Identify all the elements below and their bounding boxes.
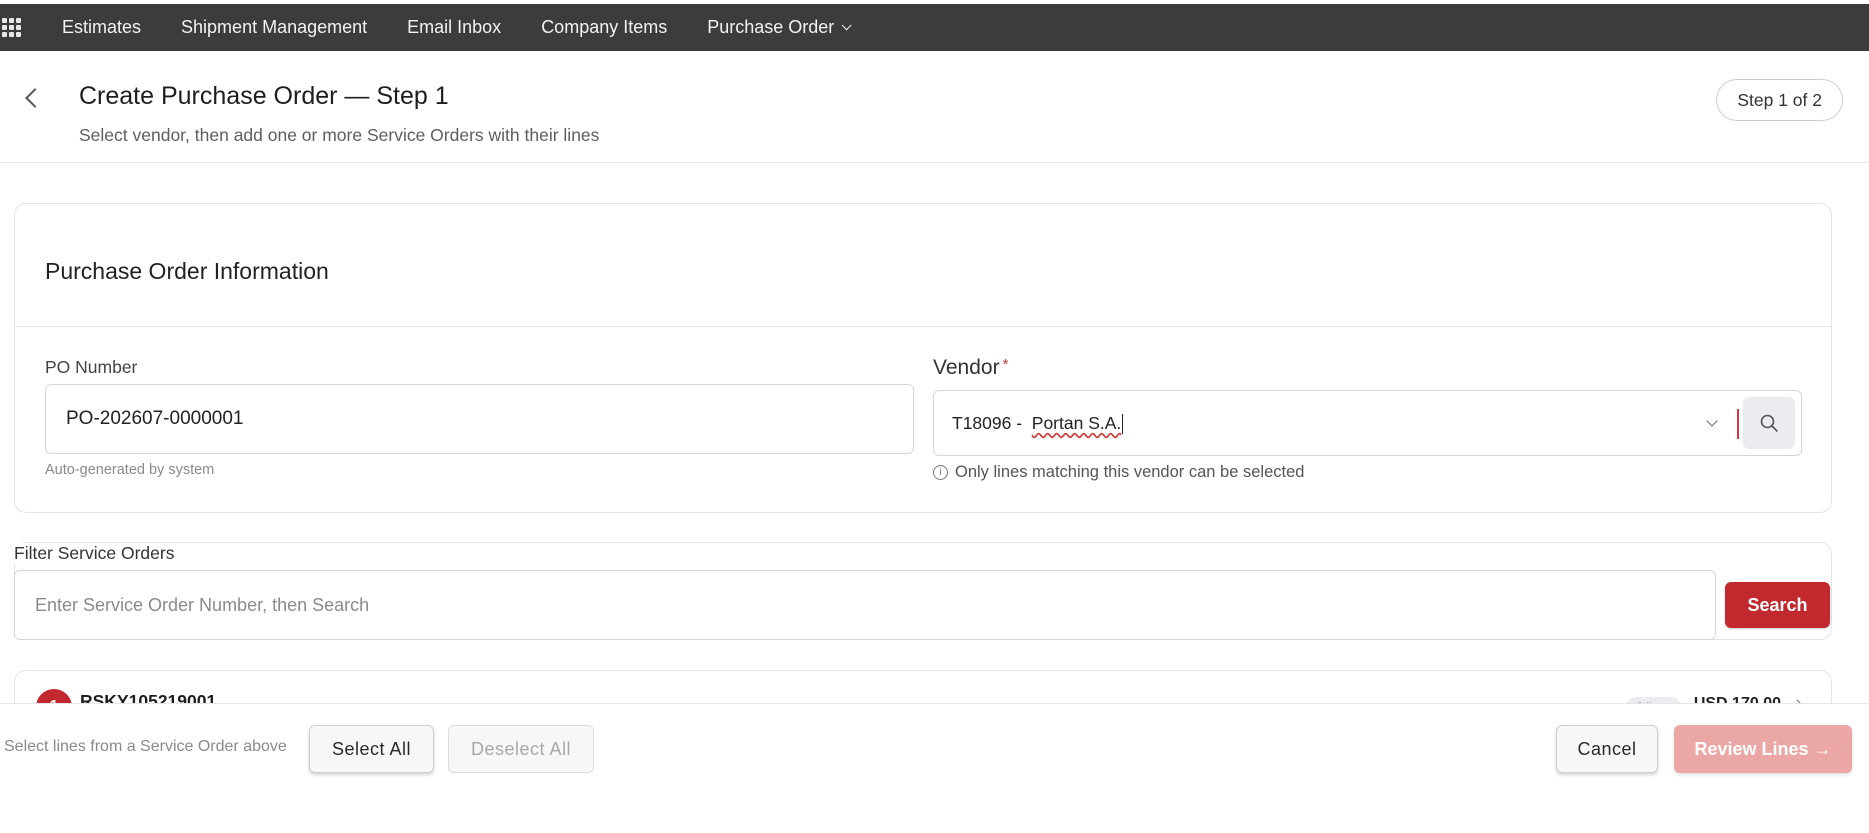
review-lines-button[interactable]: Review Lines → <box>1674 725 1852 773</box>
vendor-label-text: Vendor <box>933 356 1000 379</box>
page-subtitle: Select vendor, then add one or more Serv… <box>79 125 600 145</box>
nav-item-estimates[interactable]: Estimates <box>62 17 141 38</box>
po-number-label: PO Number <box>45 357 138 377</box>
service-order-search-input[interactable]: Enter Service Order Number, then Search <box>14 570 1716 640</box>
vendor-name: Portan S.A. <box>1031 413 1122 433</box>
nav-item-email-inbox[interactable]: Email Inbox <box>407 17 501 38</box>
apps-grid-icon[interactable] <box>0 17 22 39</box>
po-number-value: PO-202607-0000001 <box>66 408 244 429</box>
top-nav-bar: Estimates Shipment Management Email Inbo… <box>0 4 1869 51</box>
nav-label: Shipment Management <box>181 17 368 37</box>
footer-hint: Select lines from a Service Order above <box>4 738 287 755</box>
filter-label: Filter Service Orders <box>14 543 175 564</box>
search-button[interactable]: Search <box>1725 582 1830 628</box>
nav-item-shipment-management[interactable]: Shipment Management <box>181 17 367 38</box>
nav-item-company-items[interactable]: Company Items <box>541 17 667 38</box>
info-icon: i <box>933 465 948 480</box>
text-caret <box>1122 414 1124 435</box>
page-header: Create Purchase Order — Step 1 Select ve… <box>0 51 1869 163</box>
back-arrow-icon[interactable] <box>25 88 45 108</box>
required-marker: * <box>1002 356 1009 373</box>
page-title: Create Purchase Order — Step 1 <box>79 82 449 110</box>
purchase-order-info-card: Purchase Order Information PO Number PO-… <box>14 203 1832 513</box>
vendor-value: T18096 - Portan S.A. <box>952 413 1124 435</box>
footer-action-bar: Select lines from a Service Order above … <box>0 703 1869 833</box>
step-indicator: Step 1 of 2 <box>1716 79 1843 121</box>
nav-label: Email Inbox <box>407 17 502 37</box>
vendor-select-field[interactable]: T18096 - Portan S.A. <box>933 390 1802 456</box>
vendor-code: T18096 - <box>952 413 1023 433</box>
card-title: Purchase Order Information <box>45 258 329 284</box>
vendor-separator <box>1737 409 1739 439</box>
vendor-search-button[interactable] <box>1743 397 1795 449</box>
search-icon <box>1760 414 1778 432</box>
vendor-label: Vendor * <box>933 356 1008 380</box>
select-all-button[interactable]: Select All <box>309 725 434 773</box>
nav-label: Purchase Order <box>707 17 835 37</box>
cancel-button[interactable]: Cancel <box>1556 725 1658 773</box>
vendor-hint: i Only lines matching this vendor can be … <box>933 463 1304 482</box>
chevron-down-icon[interactable] <box>1706 415 1718 427</box>
nav-label: Estimates <box>62 17 142 37</box>
search-placeholder: Enter Service Order Number, then Search <box>35 594 370 615</box>
nav-label: Company Items <box>541 17 668 37</box>
po-number-field[interactable]: PO-202607-0000001 <box>45 384 914 454</box>
deselect-all-button[interactable]: Deselect All <box>448 725 594 773</box>
po-number-hint: Auto-generated by system <box>45 462 215 478</box>
chevron-down-icon <box>841 20 852 31</box>
vendor-hint-text: Only lines matching this vendor can be s… <box>955 463 1305 481</box>
divider <box>15 326 1831 327</box>
nav-item-purchase-order[interactable]: Purchase Order <box>707 17 852 38</box>
